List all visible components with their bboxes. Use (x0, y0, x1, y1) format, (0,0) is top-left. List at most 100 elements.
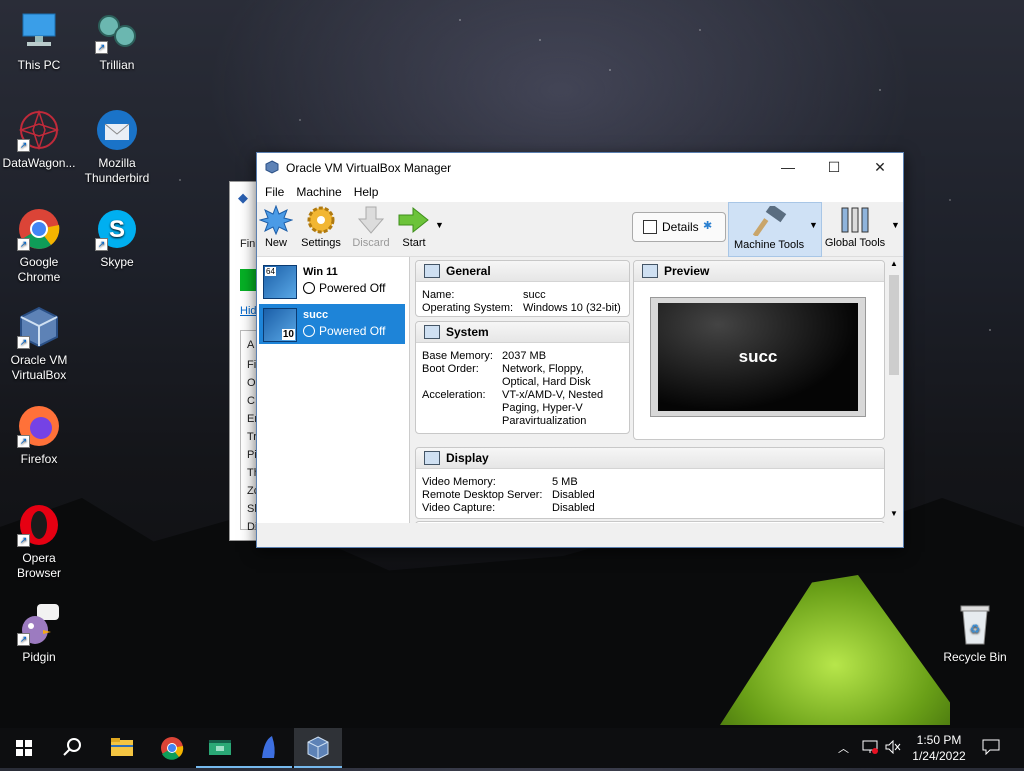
clock[interactable]: 1:50 PM 1/24/2022 (903, 732, 975, 764)
skype-icon: S ↗ (95, 207, 139, 251)
desktop-icon-pidgin[interactable]: ↗ Pidgin (0, 602, 78, 665)
vm-name: Win 11 (303, 266, 338, 278)
taskbar-virtualbox[interactable] (294, 728, 342, 768)
system-section: System Base Memory: 2037 MB Boot Order: … (415, 321, 630, 434)
scroll-up-chevron-icon[interactable]: ▲ (890, 259, 898, 268)
desktop-icon-label: Thunderbird (84, 171, 150, 185)
display-vram-value: 5 MB (552, 476, 578, 488)
preview-monitor-icon (642, 264, 658, 278)
new-starburst-icon (258, 204, 294, 236)
start-arrow-right-icon (397, 205, 431, 235)
taskbar-file-explorer[interactable] (98, 728, 146, 768)
search-icon (63, 738, 81, 756)
minimize-button[interactable]: — (765, 153, 811, 182)
virtualbox-manager-window[interactable]: Oracle VM VirtualBox Manager — ☐ ✕ File … (256, 152, 904, 548)
preview-header[interactable]: Preview (634, 261, 884, 282)
taskbar-chrome[interactable] (148, 728, 196, 768)
desktop-icon-label: Google (19, 255, 59, 269)
bg-link[interactable]: Hid (240, 305, 257, 317)
clock-date: 1/24/2022 (912, 749, 966, 763)
start-button[interactable]: Start (396, 205, 432, 255)
general-title: General (446, 264, 491, 278)
desktop-icon-recycle-bin[interactable]: ♻ Recycle Bin (936, 602, 1014, 665)
system-accel-key: Acceleration: (422, 389, 486, 401)
network-icon[interactable] (862, 740, 878, 754)
desktop-icon-chrome[interactable]: ↗ Google Chrome (0, 207, 78, 285)
scroll-down-chevron-icon[interactable]: ▼ (890, 509, 898, 518)
menu-machine[interactable]: Machine (290, 182, 347, 202)
vm-state: Powered Off (303, 281, 385, 295)
start-dropdown-chevron-icon[interactable]: ▼ (435, 220, 444, 230)
general-header[interactable]: General (416, 261, 629, 282)
general-os-key: Operating System: (422, 302, 514, 314)
power-off-icon (303, 325, 315, 337)
vm-list-item-win11[interactable]: 64 Win 11 Powered Off (259, 261, 405, 301)
vm-list-item-succ[interactable]: 10 succ Powered Off (259, 304, 405, 344)
preview-title: Preview (664, 264, 710, 278)
details-label: Details (662, 220, 699, 234)
shortcut-arrow-icon: ↗ (17, 238, 30, 251)
details-scrollbar[interactable]: ▲ ▼ (887, 257, 901, 523)
display-header[interactable]: Display (416, 448, 884, 469)
vm-name: succ (303, 309, 329, 321)
folder-icon (111, 738, 133, 756)
close-button[interactable]: ✕ (857, 153, 903, 182)
machine-tools-label: Machine Tools (734, 239, 805, 251)
scrollbar-thumb[interactable] (889, 275, 899, 375)
machine-tools-dropdown-chevron-icon[interactable]: ▼ (809, 220, 818, 230)
start-button-taskbar[interactable] (0, 728, 48, 768)
arch-badge: 64 (265, 267, 276, 276)
desktop-icon-this-pc[interactable]: This PC (0, 10, 78, 73)
desktop-icon-thunderbird[interactable]: Mozilla Thunderbird (78, 108, 156, 186)
desktop-icon-firefox[interactable]: ↗ Firefox (0, 404, 78, 467)
shortcut-arrow-icon: ↗ (17, 336, 30, 349)
general-name-value: succ (523, 289, 546, 301)
volume-muted-icon[interactable] (885, 739, 901, 755)
system-chip-icon (424, 325, 440, 339)
windows-10-os-icon: 10 (263, 308, 297, 342)
settings-gear-icon (304, 205, 338, 235)
menu-help[interactable]: Help (348, 182, 385, 202)
virtualbox-icon (307, 736, 329, 760)
discard-button: Discard (350, 205, 392, 255)
taskbar-pidgin[interactable] (244, 728, 292, 768)
discard-arrow-down-icon (354, 205, 388, 235)
details-button[interactable]: Details ✱ (632, 212, 726, 242)
system-boot-key: Boot Order: (422, 363, 479, 375)
system-header[interactable]: System (416, 322, 629, 343)
desktop-icon-trillian[interactable]: ↗ Trillian (78, 10, 156, 73)
desktop-icon-skype[interactable]: S ↗ Skype (78, 207, 156, 270)
thunderbird-icon (95, 108, 139, 152)
power-off-icon (303, 282, 315, 294)
system-memory-key: Base Memory: (422, 350, 493, 362)
desktop-icon-datawagon[interactable]: ↗ DataWagon... (0, 108, 78, 171)
display-title: Display (446, 451, 489, 465)
bg-list-item: C (247, 395, 255, 407)
details-pin-icon[interactable]: ✱ (703, 219, 712, 232)
windows-logo-icon (16, 740, 32, 756)
window-title: Oracle VM VirtualBox Manager (286, 161, 452, 175)
settings-button[interactable]: Settings (299, 205, 343, 255)
desktop-icon-opera[interactable]: ↗ Opera Browser (0, 503, 78, 581)
taskbar-app[interactable] (196, 728, 244, 768)
search-button[interactable] (48, 728, 96, 768)
general-os-value: Windows 10 (32-bit) (523, 302, 621, 314)
global-tools-button[interactable]: Global Tools (823, 205, 887, 255)
desktop-icon-label: Chrome (17, 270, 61, 284)
menu-file[interactable]: File (259, 182, 290, 202)
bg-list-item: Fi (247, 359, 257, 371)
title-bar[interactable]: Oracle VM VirtualBox Manager — ☐ ✕ (257, 153, 903, 182)
machine-tools-button[interactable]: Machine Tools (728, 202, 822, 257)
display-vram-key: Video Memory: (422, 476, 496, 488)
new-button[interactable]: New (258, 204, 294, 255)
chrome-icon (161, 737, 184, 760)
desktop-icon-virtualbox[interactable]: ↗ Oracle VM VirtualBox (0, 305, 78, 383)
tray-show-hidden-chevron-icon[interactable]: ︿ (838, 740, 849, 756)
datawagon-icon: ↗ (17, 108, 61, 152)
start-label: Start (402, 237, 426, 249)
global-tools-dropdown-chevron-icon[interactable]: ▼ (891, 220, 900, 230)
vm-state-text: Powered Off (319, 281, 386, 295)
maximize-button[interactable]: ☐ (811, 153, 857, 182)
desktop-icon-label: This PC (17, 58, 61, 72)
notification-center-icon[interactable] (982, 739, 1000, 756)
